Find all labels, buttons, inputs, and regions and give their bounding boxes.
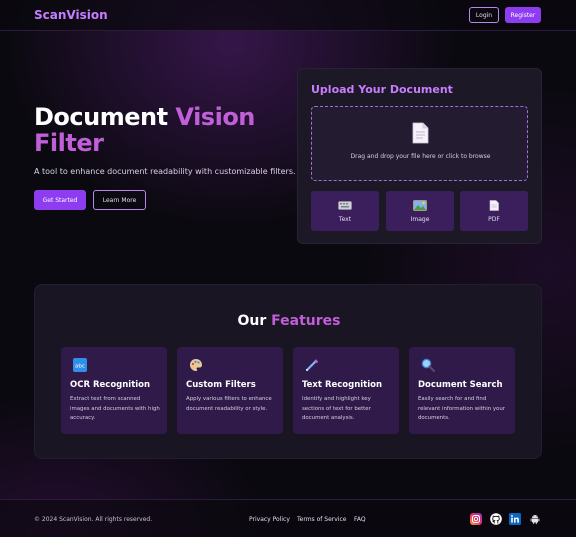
magnifier-icon [421,358,435,372]
footer: © 2024 ScanVision. All rights reserved. … [0,499,576,537]
upload-card: Upload Your Document Drag and drop your … [297,68,542,244]
features-title-plain: Our [237,313,272,329]
pen-icon [305,359,319,372]
feature-description: Extract text from scanned images and doc… [70,396,160,421]
feature-title: Document Search [418,380,503,390]
feature-card-search: Document Search Easily search for and fi… [409,347,515,434]
type-label: PDF [488,216,500,223]
hero-title-plain: Document [34,103,176,131]
learn-more-button[interactable]: Learn More [93,190,146,210]
feature-title: OCR Recognition [70,380,151,390]
privacy-policy-link[interactable]: Privacy Policy [249,516,290,523]
upload-title: Upload Your Document [311,83,453,96]
features-title-highlight: Features [271,313,341,329]
terms-of-service-link[interactable]: Terms of Service [297,516,346,523]
linkedin-icon[interactable] [509,513,521,525]
document-icon [412,122,429,144]
feature-title: Text Recognition [302,380,383,390]
get-started-button[interactable]: Get Started [34,190,86,210]
faq-link[interactable]: FAQ [354,516,366,523]
features-section: Our Features abc OCR Recognition Extract… [34,284,542,459]
type-button-text[interactable]: Text [311,191,379,231]
hero-title: Document Vision Filter [34,104,284,156]
hero-title-line2: Filter [34,129,104,157]
feature-description: Identify and highlight key sections of t… [302,396,371,421]
copyright-text: © 2024 ScanVision. All rights reserved. [34,516,153,523]
type-label: Image [410,216,430,223]
features-title: Our Features [35,313,543,329]
brand-logo[interactable]: ScanVision [34,8,108,22]
login-button[interactable]: Login [469,7,499,23]
register-button[interactable]: Register [505,7,541,23]
document-icon [489,200,499,211]
type-label: Text [338,216,352,223]
dropzone-text: Drag and drop your file here or click to… [350,153,491,160]
type-button-pdf[interactable]: PDF [460,191,528,231]
svg-text:abc: abc [75,364,85,370]
file-dropzone[interactable]: Drag and drop your file here or click to… [311,106,528,181]
type-button-image[interactable]: Image [386,191,454,231]
feature-title: Custom Filters [186,380,256,390]
abc-icon: abc [73,358,87,372]
feature-description: Apply various filters to enhance documen… [186,396,272,412]
github-icon[interactable] [490,513,502,525]
feature-card-text-recognition: Text Recognition Identify and highlight … [293,347,399,434]
palette-icon [190,359,202,371]
feature-card-ocr: abc OCR Recognition Extract text from sc… [61,347,167,434]
feature-card-filters: Custom Filters Apply various filters to … [177,347,283,434]
android-icon[interactable] [529,513,541,525]
instagram-icon[interactable] [470,513,482,525]
hero-subtitle: A tool to enhance document readability w… [34,167,296,176]
image-icon [413,200,427,211]
keyboard-icon [338,201,352,210]
feature-description: Easily search for and find relevant info… [418,396,505,421]
hero-title-highlight: Vision [175,103,255,131]
top-navbar: ScanVision Login Register [0,0,576,31]
